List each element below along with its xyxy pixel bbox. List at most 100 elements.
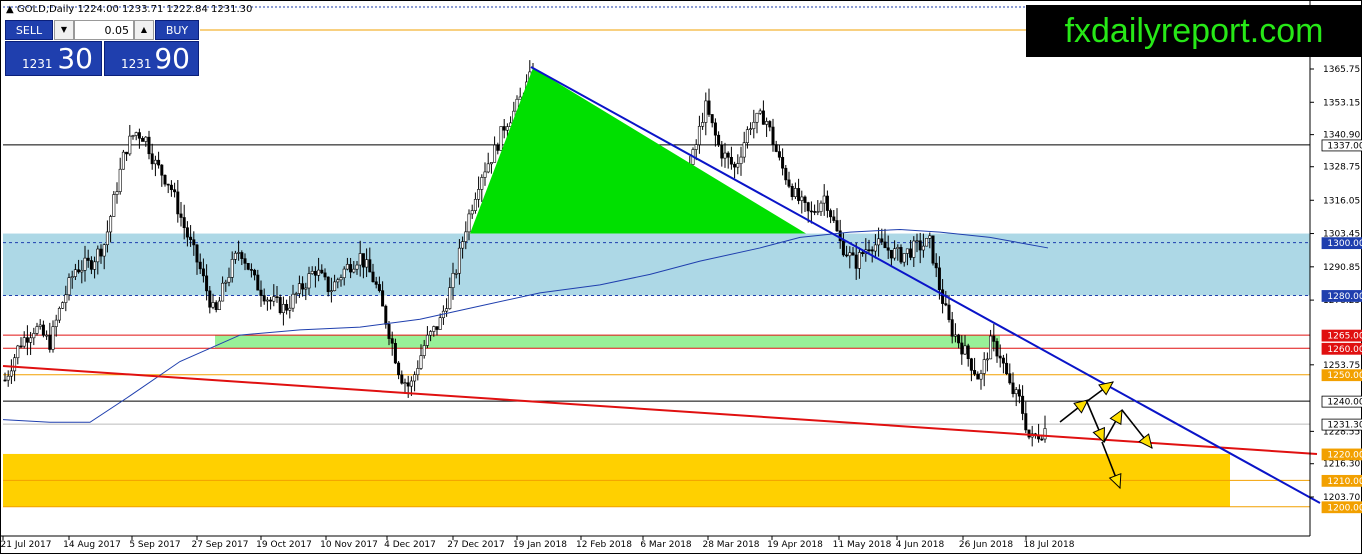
candlestick[interactable]: [989, 329, 993, 360]
candlestick[interactable]: [1001, 354, 1005, 374]
candlestick[interactable]: [278, 294, 282, 315]
candlestick[interactable]: [813, 204, 817, 216]
candlestick[interactable]: [489, 162, 493, 174]
candlestick[interactable]: [438, 313, 442, 330]
lot-decrease-icon[interactable]: ▼: [54, 20, 74, 40]
candlestick[interactable]: [707, 88, 711, 117]
candlestick[interactable]: [1024, 401, 1028, 434]
candlestick[interactable]: [153, 155, 157, 177]
candlestick[interactable]: [3, 372, 7, 382]
candlestick[interactable]: [736, 154, 740, 175]
candlestick[interactable]: [832, 209, 836, 224]
candlestick[interactable]: [1037, 423, 1041, 443]
candlestick[interactable]: [48, 322, 52, 353]
candlestick[interactable]: [435, 326, 439, 336]
candlestick[interactable]: [403, 378, 407, 395]
candlestick[interactable]: [141, 136, 145, 142]
sell-button[interactable]: SELL: [5, 20, 53, 40]
candlestick[interactable]: [768, 120, 772, 132]
candlestick[interactable]: [1008, 363, 1012, 385]
candlestick[interactable]: [163, 174, 167, 187]
candlestick[interactable]: [400, 370, 404, 385]
candlestick[interactable]: [825, 190, 829, 218]
candlestick[interactable]: [406, 375, 410, 398]
candlestick[interactable]: [713, 118, 717, 147]
candlestick[interactable]: [758, 108, 762, 115]
candlestick[interactable]: [979, 369, 983, 390]
candlestick[interactable]: [701, 112, 705, 130]
sell-price-box[interactable]: 1231 30: [5, 41, 102, 76]
lot-increase-icon[interactable]: ▲: [134, 20, 154, 40]
candlestick[interactable]: [214, 300, 218, 313]
candlestick[interactable]: [112, 191, 116, 217]
candlestick[interactable]: [157, 151, 161, 169]
candlestick[interactable]: [931, 235, 935, 266]
candlestick[interactable]: [995, 338, 999, 363]
candlestick[interactable]: [131, 134, 135, 140]
candlestick[interactable]: [697, 115, 701, 154]
candlestick[interactable]: [16, 344, 20, 365]
candlestick[interactable]: [787, 171, 791, 189]
candlestick[interactable]: [246, 262, 250, 271]
candlestick[interactable]: [717, 131, 721, 147]
candlestick[interactable]: [518, 87, 522, 100]
candlestick[interactable]: [704, 92, 708, 136]
candlestick[interactable]: [173, 182, 177, 198]
candlestick[interactable]: [726, 151, 730, 169]
candlestick[interactable]: [121, 149, 125, 170]
collapse-triangle-icon[interactable]: ▲: [6, 4, 14, 15]
candlestick[interactable]: [441, 305, 445, 325]
candlestick[interactable]: [739, 146, 743, 176]
candlestick[interactable]: [493, 136, 497, 163]
candlestick[interactable]: [790, 183, 794, 201]
candlestick[interactable]: [41, 320, 45, 338]
price-chart[interactable]: 1365.751353.151340.901328.751316.051303.…: [0, 0, 1362, 554]
candlestick[interactable]: [35, 322, 39, 336]
candlestick[interactable]: [473, 192, 477, 214]
candlestick[interactable]: [115, 182, 119, 204]
candlestick[interactable]: [57, 306, 61, 324]
candlestick[interactable]: [742, 131, 746, 163]
candlestick[interactable]: [179, 201, 183, 227]
candlestick[interactable]: [985, 352, 989, 372]
buy-price-box[interactable]: 1231 90: [104, 41, 199, 76]
candlestick[interactable]: [118, 157, 122, 195]
candlestick[interactable]: [502, 118, 506, 139]
candlestick[interactable]: [1017, 384, 1021, 404]
candlestick[interactable]: [486, 152, 490, 174]
candlestick[interactable]: [6, 370, 10, 387]
candlestick[interactable]: [425, 326, 429, 349]
candlestick[interactable]: [803, 195, 807, 212]
candlestick[interactable]: [477, 176, 481, 208]
candlestick[interactable]: [32, 327, 36, 346]
candlestick[interactable]: [976, 371, 980, 380]
candlestick[interactable]: [19, 337, 23, 349]
candlestick[interactable]: [755, 112, 759, 134]
candlestick[interactable]: [729, 146, 733, 170]
candlestick[interactable]: [150, 143, 154, 170]
candlestick[interactable]: [166, 183, 170, 194]
candlestick[interactable]: [723, 142, 727, 168]
candlestick[interactable]: [147, 130, 151, 160]
candlestick[interactable]: [800, 190, 804, 214]
candlestick[interactable]: [1005, 353, 1009, 376]
candlestick[interactable]: [774, 140, 778, 153]
candlestick[interactable]: [809, 201, 813, 224]
candlestick[interactable]: [137, 128, 141, 149]
candlestick[interactable]: [128, 124, 132, 156]
candlestick[interactable]: [720, 141, 724, 167]
candlestick[interactable]: [816, 200, 820, 216]
candlestick[interactable]: [217, 296, 221, 310]
candlestick[interactable]: [9, 359, 13, 384]
candlestick[interactable]: [397, 361, 401, 380]
candlestick[interactable]: [45, 330, 49, 340]
candlestick[interactable]: [781, 148, 785, 176]
candlestick[interactable]: [749, 122, 753, 136]
candlestick[interactable]: [966, 343, 970, 367]
candlestick[interactable]: [822, 184, 826, 216]
candlestick[interactable]: [51, 320, 55, 353]
candlestick[interactable]: [54, 314, 58, 337]
candlestick[interactable]: [765, 117, 769, 137]
candlestick[interactable]: [973, 357, 977, 377]
candlestick[interactable]: [285, 299, 289, 315]
